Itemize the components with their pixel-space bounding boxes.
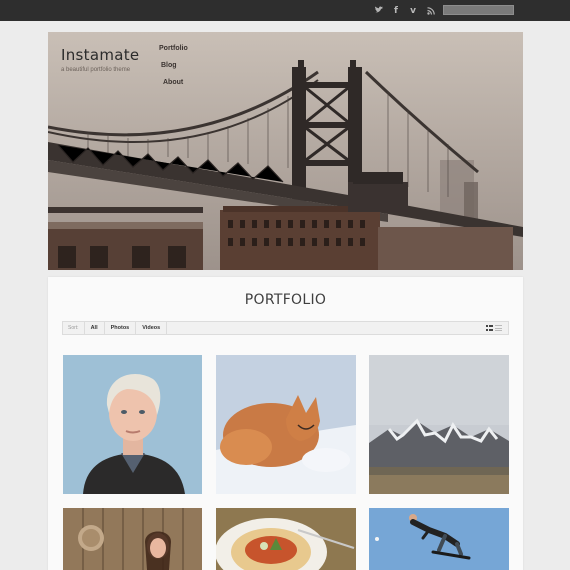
page-title: PORTFOLIO (244, 292, 327, 308)
fox-photo (216, 355, 356, 494)
rss-icon[interactable] (425, 4, 437, 17)
filter-all[interactable]: All (85, 322, 105, 334)
nav-item-portfolio[interactable]: Portfolio (159, 45, 188, 53)
site-tagline: a beautiful portfolio theme (61, 67, 131, 73)
portfolio-item-fox[interactable] (216, 355, 356, 494)
portfolio-item-girl[interactable] (63, 508, 202, 570)
grid-view-icon[interactable] (486, 325, 493, 331)
filter-photos[interactable]: Photos (105, 322, 137, 334)
mountains-photo (369, 355, 509, 494)
site-title[interactable]: Instamate (61, 46, 139, 64)
view-toggle (486, 325, 502, 331)
pasta-photo (216, 508, 356, 570)
portfolio-item-portrait[interactable] (63, 355, 202, 494)
skater-photo (369, 508, 509, 570)
main-nav: Portfolio Blog About (159, 45, 188, 96)
portfolio-item-skater[interactable] (369, 508, 509, 570)
portfolio-item-pasta[interactable] (216, 508, 356, 570)
girl-photo (63, 508, 202, 570)
nav-item-blog[interactable]: Blog (161, 62, 188, 70)
portfolio-item-mountains[interactable] (369, 355, 509, 494)
filter-videos[interactable]: Videos (136, 322, 168, 334)
search-input[interactable] (443, 5, 514, 15)
sort-label: Sort: (63, 322, 85, 334)
top-bar: f v (0, 0, 570, 21)
list-view-icon[interactable] (495, 325, 502, 331)
hero-header: Instamate a beautiful portfolio theme Po… (48, 32, 523, 270)
filter-bar: Sort: All Photos Videos (62, 321, 509, 335)
twitter-icon[interactable] (373, 4, 385, 17)
portrait-photo (63, 355, 202, 494)
vimeo-icon[interactable]: v (407, 4, 419, 17)
nav-item-about[interactable]: About (163, 79, 188, 87)
facebook-icon[interactable]: f (390, 4, 402, 17)
